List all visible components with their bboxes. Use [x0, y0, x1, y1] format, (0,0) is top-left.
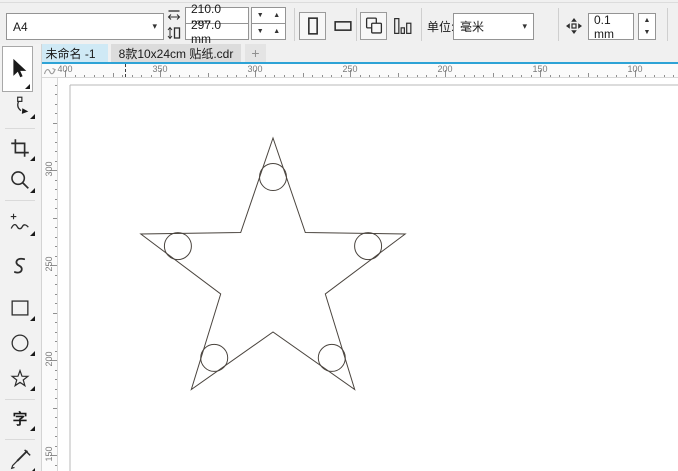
ruler-cursor-mark [125, 64, 126, 77]
canvas[interactable] [58, 78, 678, 471]
tool-eyedropper[interactable] [3, 445, 37, 471]
freehand-icon [10, 213, 29, 230]
new-tab-button[interactable]: + [245, 44, 266, 62]
ruler-label: 300 [44, 161, 54, 177]
tool-ellipse[interactable] [3, 328, 37, 358]
artistic-media-icon [14, 257, 26, 274]
flyout-indicator [30, 114, 35, 119]
separator [5, 439, 35, 440]
chevron-down-icon: ▾ [152, 21, 157, 31]
point-circle[interactable] [163, 232, 192, 261]
separator [558, 8, 559, 41]
overlapping-pages-icon [362, 14, 386, 38]
horizontal-ruler[interactable]: 400 350 300 250 200 150 100 [57, 64, 678, 78]
nudge-offset-icon [565, 17, 583, 35]
flyout-indicator [30, 156, 35, 161]
tool-crop[interactable] [3, 133, 37, 163]
tool-artistic-media[interactable] [3, 252, 37, 282]
page-height-spinner[interactable]: ▼ ▲ [251, 23, 286, 40]
units-dropdown[interactable]: 毫米 ▾ [453, 13, 534, 40]
nudge-distance-field[interactable]: 0.1 mm [588, 12, 634, 41]
portrait-icon [301, 14, 325, 38]
ellipse-icon [11, 334, 29, 352]
flyout-indicator [30, 386, 35, 391]
spin-up-icon[interactable]: ▲ [644, 17, 651, 24]
flyout-indicator [30, 316, 35, 321]
eyedropper-icon [10, 449, 31, 470]
coreldraw-window: A4 ▾ 210.0 mm 297.0 mm ▼ ▲ ▼ ▲ 单位: 毫米 ▾ [0, 0, 678, 471]
separator [5, 128, 35, 129]
flyout-indicator [30, 351, 35, 356]
tool-shape[interactable] [3, 91, 37, 121]
flyout-indicator [25, 84, 30, 89]
ruler-label: 150 [532, 64, 548, 74]
point-circle[interactable] [259, 163, 287, 191]
ruler-label: 250 [342, 64, 358, 74]
spin-down-icon[interactable]: ▼ [257, 28, 264, 35]
separator [5, 399, 35, 400]
page-height-icon [167, 26, 181, 40]
flyout-indicator [30, 426, 35, 431]
ruler-label: 350 [152, 64, 168, 74]
point-circle[interactable] [200, 343, 229, 372]
tool-freehand[interactable] [3, 208, 37, 238]
point-circle[interactable] [354, 232, 383, 261]
page-height-value: 297.0 mm [191, 17, 222, 46]
separator [5, 200, 35, 201]
units-value: 毫米 [460, 20, 485, 34]
portrait-orientation-button[interactable] [299, 12, 326, 40]
separator [294, 8, 295, 41]
tool-polygon-star[interactable] [3, 363, 37, 393]
shape-icon [17, 96, 29, 114]
point-circle[interactable] [317, 343, 346, 372]
tool-pick[interactable] [2, 46, 33, 92]
spin-up-icon[interactable]: ▲ [273, 28, 280, 35]
spin-up-icon[interactable]: ▲ [273, 12, 280, 19]
toolbox: 字 [0, 44, 42, 471]
rectangle-icon [11, 300, 29, 316]
zoom-icon [11, 171, 29, 189]
page-width-spinner[interactable]: ▼ ▲ [251, 7, 286, 24]
spin-down-icon[interactable]: ▼ [257, 12, 264, 19]
page-bars-icon [391, 14, 415, 38]
separator [667, 8, 668, 41]
ruler-label: 200 [44, 351, 54, 367]
nudge-spinner[interactable]: ▲ ▼ [638, 13, 656, 40]
tab-sticker-file[interactable]: 8款10x24cm 贴纸.cdr [111, 44, 241, 62]
page-width-icon [167, 8, 181, 22]
star-shape[interactable] [139, 136, 407, 391]
vertical-ruler[interactable]: 300 250 200 150 [42, 78, 58, 471]
tab-untitled-1[interactable]: 未命名 -1 [33, 44, 108, 62]
ruler-label: 100 [627, 64, 643, 74]
svg-text:字: 字 [13, 410, 28, 428]
units-label: 单位: [427, 20, 455, 34]
tool-rectangle[interactable] [3, 293, 37, 323]
spin-down-icon[interactable]: ▼ [644, 29, 651, 36]
pick-icon [12, 58, 26, 78]
per-page-size-button[interactable] [390, 12, 415, 40]
ruler-label: 200 [437, 64, 453, 74]
page-size-preset-value: A4 [13, 19, 28, 34]
landscape-orientation-button[interactable] [330, 12, 356, 40]
ruler-label: 150 [44, 446, 54, 462]
separator [356, 8, 357, 41]
flyout-indicator [30, 231, 35, 236]
page-height-field[interactable]: 297.0 mm [185, 18, 249, 46]
chevron-down-icon: ▾ [522, 21, 527, 31]
tool-zoom[interactable] [3, 165, 37, 195]
polygon-star-icon [10, 368, 30, 388]
separator [0, 2, 678, 3]
text-icon: 字 [13, 410, 28, 428]
ruler-label: 300 [247, 64, 263, 74]
flyout-indicator [30, 188, 35, 193]
separator [421, 8, 422, 41]
ruler-label: 400 [57, 64, 73, 74]
crop-icon [11, 139, 29, 157]
landscape-icon [331, 14, 355, 38]
tool-text[interactable]: 字 [3, 403, 37, 433]
nudge-distance-value: 0.1 mm [594, 12, 614, 41]
same-page-size-button[interactable] [360, 12, 387, 40]
page-size-preset-dropdown[interactable]: A4 ▾ [6, 13, 164, 40]
ruler-label: 250 [44, 256, 54, 272]
